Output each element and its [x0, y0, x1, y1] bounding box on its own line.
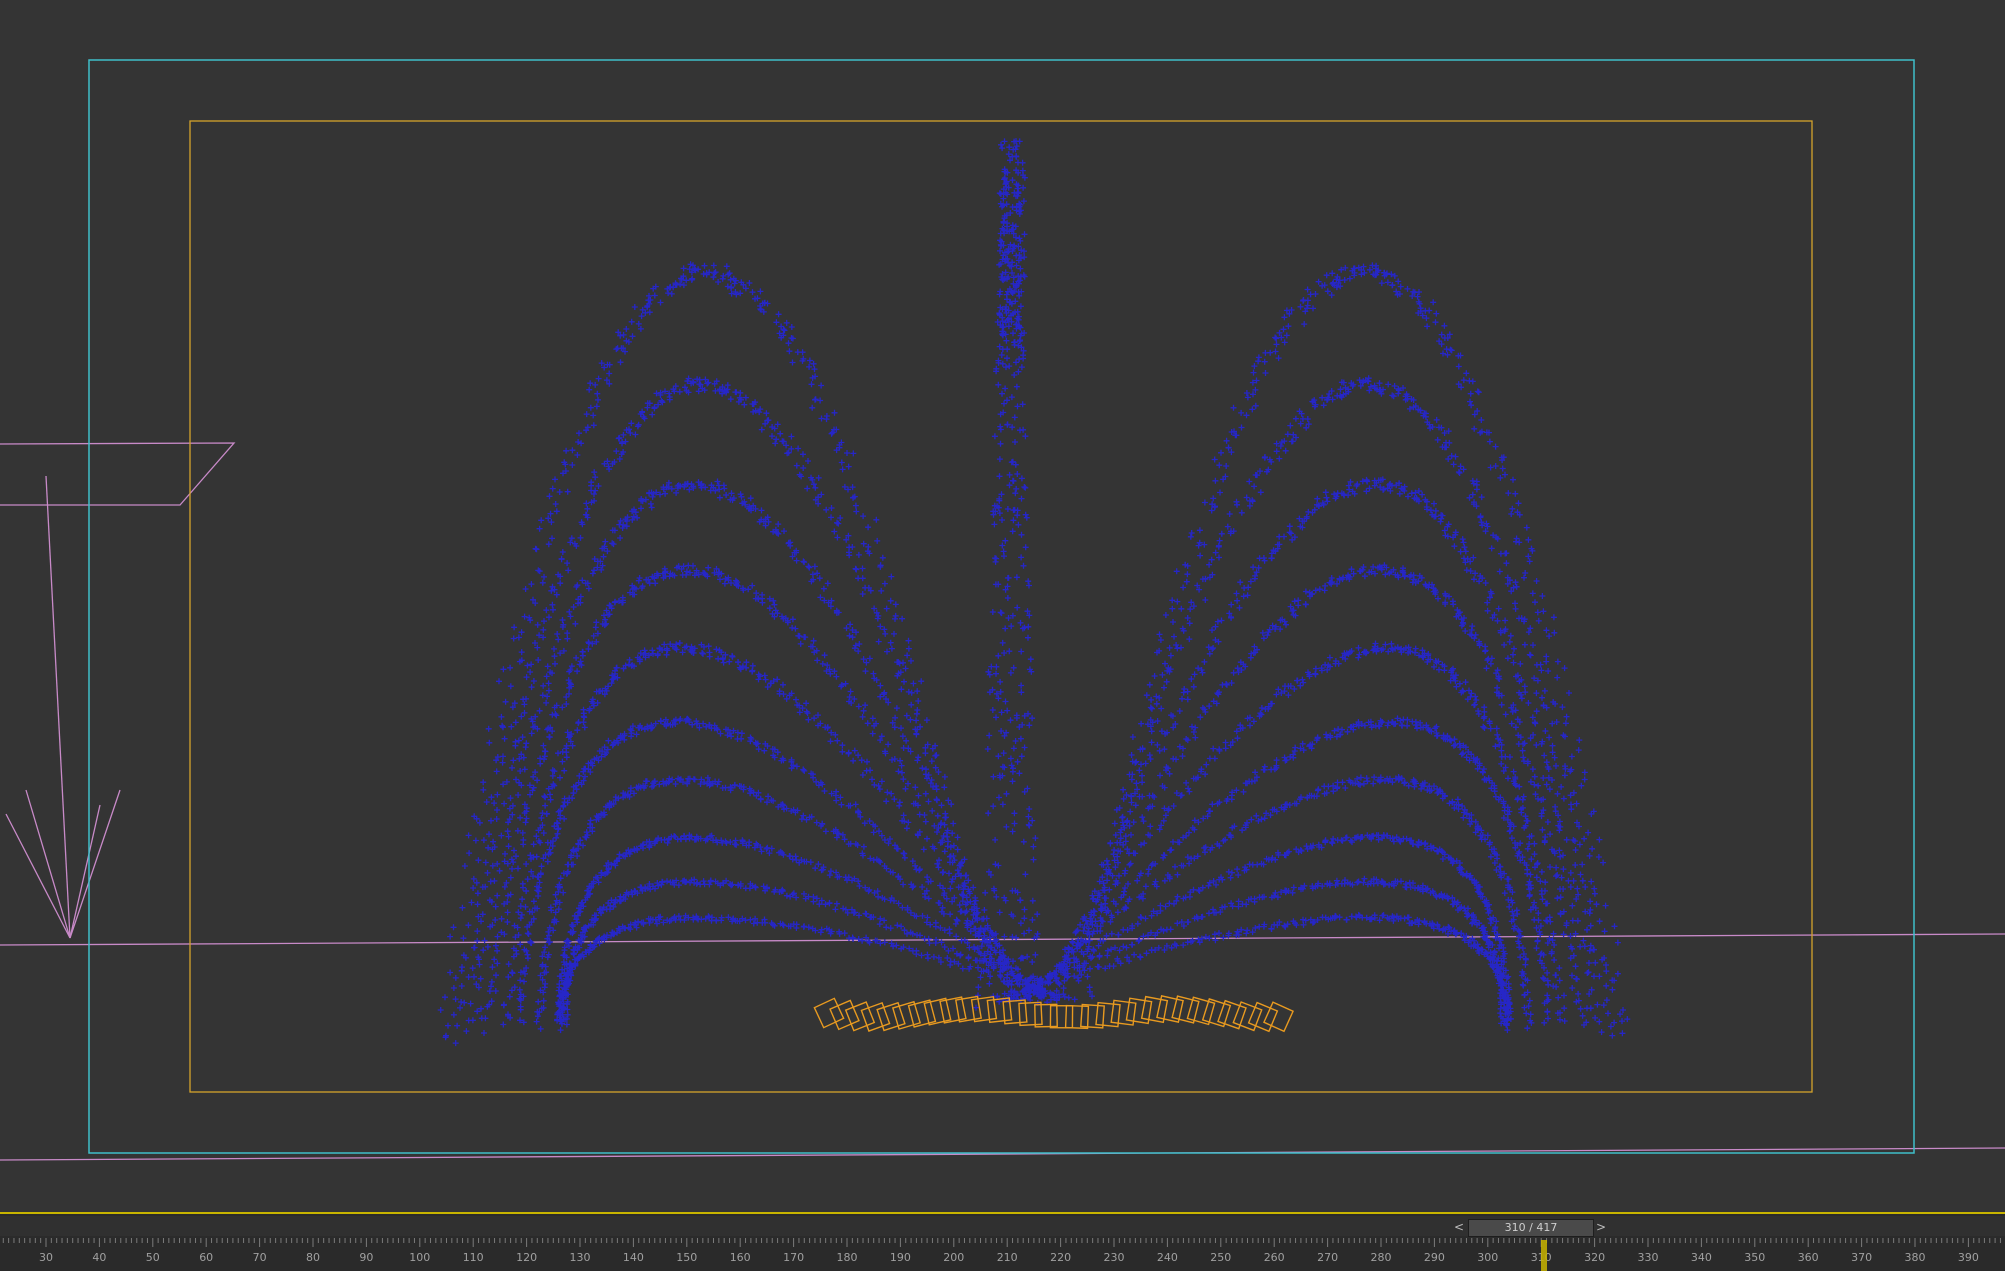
- emitter-box[interactable]: [1049, 1004, 1074, 1029]
- safe-frame-outer: [88, 59, 1915, 1154]
- emitter-box[interactable]: [1186, 996, 1216, 1026]
- emitter-box-icon[interactable]: [813, 995, 1294, 1033]
- ruler-tick-label: 380: [1905, 1251, 1926, 1264]
- emitter-box[interactable]: [891, 1000, 922, 1030]
- ruler-tick-label: 30: [39, 1251, 53, 1264]
- ruler-tick-label: 260: [1264, 1251, 1285, 1264]
- ruler-tick-label: 240: [1157, 1251, 1178, 1264]
- emitter-box[interactable]: [939, 996, 967, 1024]
- viewport-canvas[interactable]: [0, 0, 2005, 1212]
- ruler-tick-label: 220: [1050, 1251, 1071, 1264]
- ruler-tick-label: 60: [199, 1251, 213, 1264]
- current-time-marker[interactable]: [1541, 1240, 1547, 1271]
- emitter-box[interactable]: [1156, 995, 1184, 1023]
- time-slider[interactable]: 310 / 417: [1468, 1219, 1594, 1237]
- viewport-perspective[interactable]: [0, 0, 2005, 1212]
- ruler-tick-label: 270: [1317, 1251, 1338, 1264]
- ruler-tick-label: 80: [306, 1251, 320, 1264]
- ruler-tick-label: 100: [409, 1251, 430, 1264]
- ruler-tick-label: 50: [146, 1251, 160, 1264]
- ruler-tick-label: 160: [730, 1251, 751, 1264]
- ruler-tick-label: 70: [253, 1251, 267, 1264]
- emitter-box[interactable]: [1034, 1003, 1058, 1028]
- ruler-tick-label: 280: [1371, 1251, 1392, 1264]
- timeline: < 310 / 417 > 30 40 50 60 70 80 90 100 110 120 130…: [0, 1212, 2005, 1271]
- ruler-tick-label: 390: [1958, 1251, 1979, 1264]
- emitter-box[interactable]: [1171, 995, 1200, 1024]
- emitter-box[interactable]: [923, 997, 952, 1026]
- ruler-tick-label: 370: [1851, 1251, 1872, 1264]
- ruler-tick-label: 170: [783, 1251, 804, 1264]
- emitter-box[interactable]: [813, 997, 845, 1029]
- previous-frame-button[interactable]: <: [1452, 1219, 1466, 1235]
- particle-points: [437, 138, 1631, 1047]
- emitter-box[interactable]: [907, 999, 937, 1028]
- particle-spray-icon[interactable]: [437, 138, 1631, 1047]
- ruler-tick-label: 360: [1798, 1251, 1819, 1264]
- emitter-box[interactable]: [954, 995, 983, 1023]
- ruler-tick-label: 120: [516, 1251, 537, 1264]
- ruler-tick-label: 140: [623, 1251, 644, 1264]
- track-bar-ruler[interactable]: 30 40 50 60 70 80 90 100 110 120 130 140 150 160 170 18…: [0, 1238, 2005, 1271]
- ruler-tick-label: 350: [1744, 1251, 1765, 1264]
- ruler-tick-label: 330: [1638, 1251, 1659, 1264]
- ruler-tick-label: 320: [1584, 1251, 1605, 1264]
- emitter-box[interactable]: [1217, 999, 1247, 1030]
- ruler-tick-label: 210: [997, 1251, 1018, 1264]
- ruler-tick-label: 40: [92, 1251, 106, 1264]
- emitter-box[interactable]: [1064, 1004, 1090, 1030]
- ruler-tick-label: 180: [837, 1251, 858, 1264]
- ruler-tick-label: 290: [1424, 1251, 1445, 1264]
- ruler-tick-label: 230: [1104, 1251, 1125, 1264]
- ruler-tick-label: 190: [890, 1251, 911, 1264]
- ruler-tick-label: 130: [570, 1251, 591, 1264]
- ruler-tick-label: 340: [1691, 1251, 1712, 1264]
- emitter-box[interactable]: [829, 999, 860, 1031]
- emitter-box[interactable]: [1201, 998, 1232, 1028]
- ruler-tick-label: 90: [359, 1251, 373, 1264]
- time-slider-bar: < 310 / 417 >: [0, 1216, 2005, 1237]
- emitter-box[interactable]: [844, 1001, 876, 1032]
- ruler-tick-label: 300: [1477, 1251, 1498, 1264]
- ruler-tick-label: 150: [676, 1251, 697, 1264]
- ruler-tick-label: 110: [463, 1251, 484, 1264]
- ruler-tick-label: 250: [1210, 1251, 1231, 1264]
- next-frame-button[interactable]: >: [1594, 1219, 1608, 1235]
- ruler-tick-label: 200: [943, 1251, 964, 1264]
